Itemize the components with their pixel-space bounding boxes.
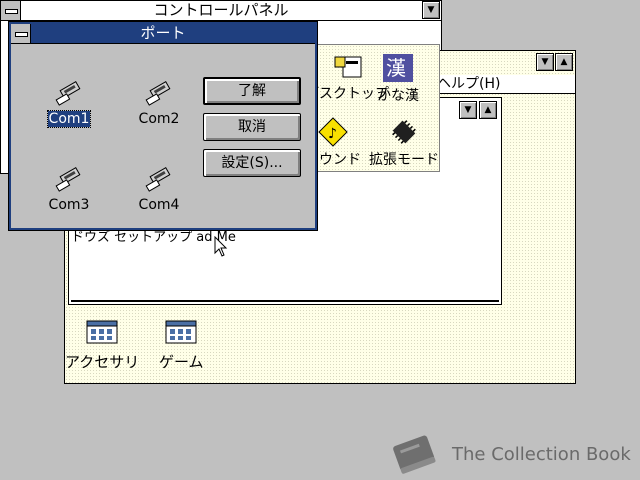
watermark: The Collection Book	[388, 432, 631, 476]
control-panel-titlebar[interactable]: コントロールパネル ▼	[1, 1, 441, 21]
svg-text:漢: 漢	[386, 56, 406, 80]
group-minimize-button[interactable]: ▼	[459, 101, 477, 119]
port-com3[interactable]: Com3	[39, 167, 99, 213]
cancel-button[interactable]: 取消	[203, 113, 301, 141]
port-dialog: ポート Com1 Com2 Com3 Com4 了解 取消 設定(S)...	[8, 21, 318, 231]
group-accessories[interactable]: アクセサリ	[65, 319, 139, 372]
book-icon	[393, 435, 436, 474]
program-group-icon	[165, 320, 197, 344]
port-com4[interactable]: Com4	[129, 167, 189, 213]
port-label: Com3	[48, 197, 90, 213]
enhanced-mode-chip-icon	[392, 120, 416, 144]
group-label: ゲーム	[159, 353, 204, 371]
cp-item-label: 拡張モード	[369, 152, 439, 168]
group-games[interactable]: ゲーム	[159, 319, 204, 372]
port-com1[interactable]: Com1	[39, 81, 99, 128]
maximize-button[interactable]: ▲	[555, 53, 573, 71]
serial-port-icon	[55, 81, 81, 106]
system-menu-button[interactable]	[11, 24, 31, 43]
port-label: Com4	[138, 197, 180, 213]
port-label: Com2	[138, 111, 180, 127]
port-dialog-title: ポート	[140, 24, 186, 42]
desktop-icon	[334, 56, 362, 78]
control-panel-title: コントロールパネル	[153, 1, 289, 19]
system-menu-button[interactable]	[1, 1, 21, 20]
serial-port-icon	[145, 81, 171, 106]
program-group-icon	[86, 320, 118, 344]
port-label: Com1	[46, 110, 92, 128]
svg-text:♪: ♪	[328, 126, 337, 142]
watermark-text: The Collection Book	[452, 444, 631, 465]
control-panel-icons: デスクトップ 漢 かな漢 ♪ サウンド 拡張モード	[300, 44, 440, 172]
mouse-pointer-icon	[214, 236, 228, 257]
sound-icon: ♪	[318, 117, 348, 147]
port-dialog-titlebar[interactable]: ポート	[11, 24, 315, 44]
cp-item-label: かな漢	[377, 88, 419, 104]
maximize-button[interactable]: ▼	[422, 1, 440, 19]
settings-button[interactable]: 設定(S)...	[203, 149, 301, 177]
menu-help[interactable]: ヘルプ(H)	[437, 75, 500, 93]
port-dialog-body: Com1 Com2 Com3 Com4 了解 取消 設定(S)...	[13, 45, 313, 226]
minimize-button[interactable]: ▼	[536, 53, 554, 71]
serial-port-icon	[145, 167, 171, 192]
serial-port-icon	[55, 167, 81, 192]
port-com2[interactable]: Com2	[129, 81, 189, 127]
cp-enhanced-mode[interactable]: 拡張モード	[369, 117, 439, 169]
group-label: アクセサリ	[65, 353, 140, 371]
group-maximize-button[interactable]: ▲	[479, 101, 497, 119]
kana-kanji-icon: 漢	[383, 54, 413, 82]
ok-button[interactable]: 了解	[203, 77, 301, 105]
cp-kana-kanji[interactable]: 漢 かな漢	[377, 53, 419, 105]
